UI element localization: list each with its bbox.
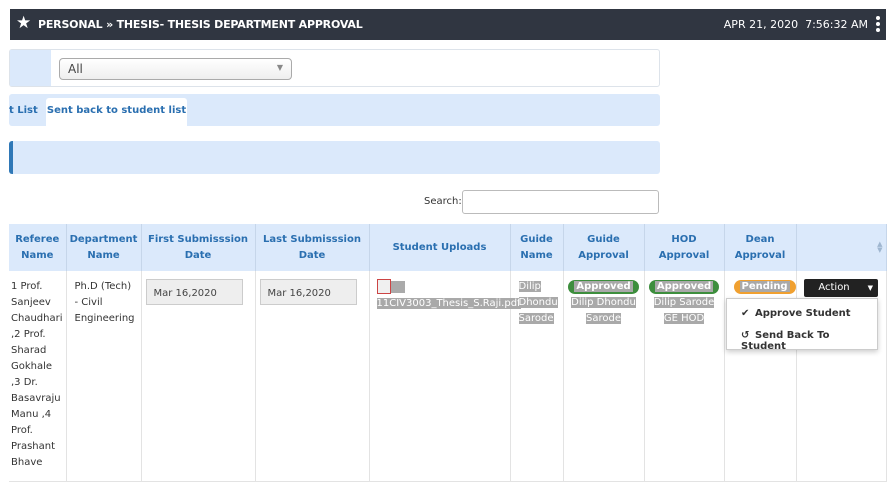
more-vert-icon[interactable] <box>876 16 880 34</box>
first-date-cell: Mar 16,2020 <box>141 271 256 482</box>
tab-bar: t List Sent back to student list <box>9 94 660 126</box>
department-cell: Ph.D (Tech) - Civil Engineering <box>66 271 142 482</box>
last-date-cell: Mar 16,2020 <box>255 271 370 482</box>
col-action[interactable]: ▲ ▼ <box>796 224 887 271</box>
col-department[interactable]: Department Name <box>66 224 142 271</box>
first-date-field: Mar 16,2020 <box>145 279 243 305</box>
col-referee[interactable]: Referee Name <box>9 224 67 271</box>
hod-approval-cell: Approved Dilip Sarode GE HOD <box>644 271 725 482</box>
col-student-uploads[interactable]: Student Uploads <box>369 224 511 271</box>
referee-cell: 1 Prof. Sanjeev Chaudhari ,2 Prof. Shara… <box>9 271 67 482</box>
col-guide-approval[interactable]: Guide Approval <box>563 224 645 271</box>
col-first-submission[interactable]: First Submisssion Date <box>141 224 256 271</box>
dropdown-caret-icon: ▼ <box>276 63 283 72</box>
col-guide-name[interactable]: Guide Name <box>510 224 564 271</box>
sort-icon: ▲ ▼ <box>877 240 883 254</box>
upload-file-link[interactable]: 11CIV3003_Thesis_S.Raji.pdf <box>376 297 521 309</box>
undo-icon: ↺ <box>741 330 750 341</box>
star-icon[interactable]: ★ <box>16 13 31 33</box>
col-last-submission[interactable]: Last Submisssion Date <box>255 224 370 271</box>
check-icon: ✔ <box>741 308 750 319</box>
tab-list[interactable]: t List <box>9 98 42 126</box>
tab-sent-back[interactable]: Sent back to student list <box>46 98 187 126</box>
upload-cell: 11CIV3003_Thesis_S.Raji.pdf <box>369 271 521 482</box>
approve-student-item[interactable]: ✔ Approve Student <box>741 308 851 319</box>
filter-select[interactable]: All ▼ <box>59 58 292 80</box>
guide-status-badge: Approved <box>568 280 639 294</box>
hod-approved-by: Dilip Sarode GE HOD <box>653 297 715 324</box>
search-label: Search: <box>424 196 462 207</box>
pdf-icon <box>376 279 391 294</box>
action-menu: ✔ Approve Student ↺ Send Back To Student <box>726 298 878 352</box>
caret-down-icon: ▼ <box>867 284 873 292</box>
last-date-field: Mar 16,2020 <box>259 279 357 305</box>
datetime: APR 21, 2020 7:56:32 AM <box>723 18 868 31</box>
guide-approval-cell: Approved Dilip Dhondu Sarode <box>563 271 645 482</box>
send-back-item[interactable]: ↺ Send Back To Student <box>741 330 877 352</box>
col-hod-approval[interactable]: HOD Approval <box>644 224 725 271</box>
info-bar <box>9 141 660 174</box>
guide-approved-by: Dilip Dhondu Sarode <box>571 297 636 324</box>
breadcrumb: PERSONAL » THESIS- THESIS DEPARTMENT APP… <box>38 18 363 31</box>
search-input[interactable] <box>462 190 659 214</box>
action-button[interactable]: Action ▼ <box>804 279 878 297</box>
filter-panel: All ▼ <box>9 49 660 87</box>
filter-label-area <box>10 50 51 86</box>
hod-status-badge: Approved <box>648 280 720 294</box>
dean-status-badge: Pending <box>733 280 796 294</box>
guide-name: Dilip Dhondu Sarode <box>518 281 558 324</box>
approval-table: Referee Name Department Name First Submi… <box>9 224 887 482</box>
top-header-bar: ★ PERSONAL » THESIS- THESIS DEPARTMENT A… <box>10 9 886 40</box>
col-dean-approval[interactable]: Dean Approval <box>724 224 797 271</box>
